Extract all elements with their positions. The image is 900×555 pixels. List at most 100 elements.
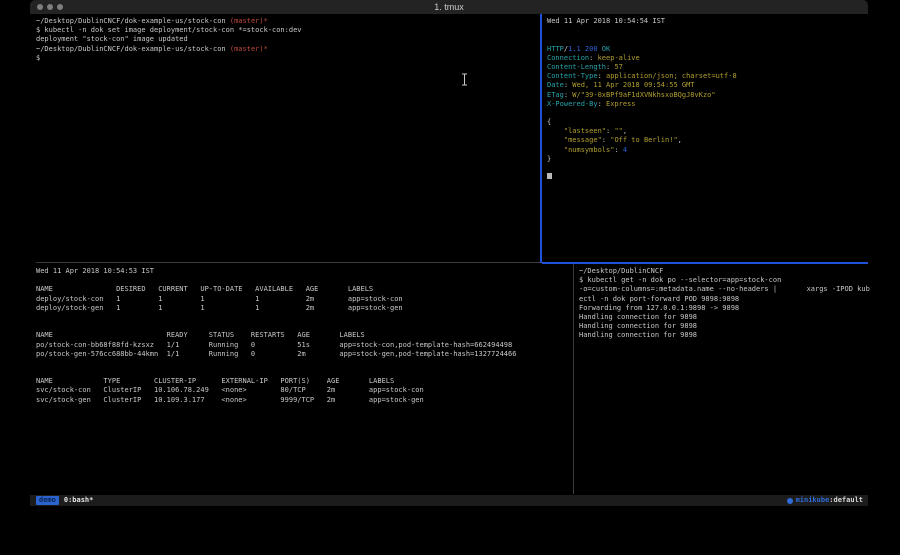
terminal-line: Connection: keep-alive xyxy=(547,54,873,63)
terminal-text-segment: "numsymbols" xyxy=(564,146,615,154)
terminal-text-segment: ectl -n dok port-forward POD 9898:9898 xyxy=(579,295,739,303)
terminal-text-segment: svc/stock-con ClusterIP 10.106.78.249 <n… xyxy=(36,386,424,394)
terminal-line xyxy=(36,322,579,331)
terminal-line xyxy=(36,276,579,285)
terminal-line: HTTP/1.1 200 OK xyxy=(547,45,873,54)
kubernetes-icon xyxy=(787,498,793,504)
pane-bottom-left-kubectl-resources[interactable]: Wed 11 Apr 2018 10:54:53 IST NAME DESIRED… xyxy=(30,264,579,497)
terminal-text-segment: : xyxy=(589,54,597,62)
terminal-text-segment xyxy=(547,146,564,154)
pane-top-right-http-response[interactable]: Wed 11 Apr 2018 10:54:54 IST HTTP/1.1 200… xyxy=(542,14,873,265)
terminal-text-segment: OK xyxy=(598,45,611,53)
terminal-line: Content-Type: application/json; charset=… xyxy=(547,72,873,81)
pane-top-left-shell[interactable]: ~/Desktop/DublinCNCF/dok-example-us/stoc… xyxy=(30,14,546,265)
terminal-text-segment: : xyxy=(598,72,606,80)
terminal-line xyxy=(547,173,873,182)
terminal-line: Date: Wed, 11 Apr 2018 09:54:55 GMT xyxy=(547,81,873,90)
active-window-label[interactable]: 0:bash* xyxy=(64,495,94,506)
terminal-text-segment: $ xyxy=(36,54,40,62)
kube-namespace-label: :default xyxy=(829,495,863,506)
terminal-text-segment: deploy/stock-con 1 1 1 1 2m app=stock-co… xyxy=(36,295,403,303)
terminal-line: $ kubectl -n dok set image deployment/st… xyxy=(36,26,546,35)
terminal-text-segment: po/stock-gen-576cc688bb-44kmn 1/1 Runnin… xyxy=(36,350,516,358)
terminal-text-segment xyxy=(547,136,564,144)
terminal-text-segment: deployment "stock-con" image updated xyxy=(36,35,188,43)
terminal-text-segment: ~/Desktop/DublinCNCF xyxy=(579,267,663,275)
block-text-cursor xyxy=(547,173,552,179)
terminal-text-segment: "Off to Berlin!" xyxy=(610,136,677,144)
terminal-text-segment: $ kubectl get -n dok po --selector=app=s… xyxy=(579,276,781,284)
terminal-line: } xyxy=(547,155,873,164)
terminal-text-segment: deploy/stock-gen 1 1 1 1 2m app=stock-ge… xyxy=(36,304,403,312)
terminal-text-segment: Handling connection for 9898 xyxy=(579,313,697,321)
terminal-line: $ kubectl get -n dok po --selector=app=s… xyxy=(579,276,872,285)
terminal-line: "lastseen": "", xyxy=(547,127,873,136)
terminal-text-segment: Handling connection for 9898 xyxy=(579,322,697,330)
terminal-line xyxy=(547,26,873,35)
window-title: 1. tmux xyxy=(30,1,868,14)
terminal-text-segment: Date xyxy=(547,81,564,89)
terminal-text-segment: $ kubectl -n dok set image deployment/st… xyxy=(36,26,302,34)
terminal-line: NAME TYPE CLUSTER-IP EXTERNAL-IP PORT(S)… xyxy=(36,377,579,386)
terminal-line: ~/Desktop/DublinCNCF xyxy=(579,267,872,276)
tmux-status-bar: demo 0:bash* minikube :default xyxy=(30,495,868,506)
terminal-line: ectl -n dok port-forward POD 9898:9898 xyxy=(579,295,872,304)
terminal-text-segment: Express xyxy=(606,100,636,108)
terminal-text-segment: : xyxy=(614,146,622,154)
terminal-text-segment: -o=custom-columns=:metadata.name --no-he… xyxy=(579,285,870,293)
pane-divider-vertical-bottom[interactable] xyxy=(573,264,574,494)
terminal-text-segment: } xyxy=(547,155,551,163)
pane-divider-horizontal-right-active[interactable] xyxy=(542,262,868,264)
terminal-text-segment: ETag xyxy=(547,91,564,99)
terminal-line: $ xyxy=(36,54,546,63)
mouse-ibeam-cursor-icon xyxy=(461,71,468,84)
terminal-window: 1. tmux ~/Desktop/DublinCNCF/dok-example… xyxy=(30,0,868,512)
terminal-line: "message": "Off to Berlin!", xyxy=(547,136,873,145)
pane-divider-vertical-top[interactable] xyxy=(540,14,542,263)
terminal-text-segment: 1.1 200 xyxy=(568,45,598,53)
terminal-text-segment: Wed 11 Apr 2018 10:54:53 IST xyxy=(36,267,154,275)
terminal-text-segment: , xyxy=(678,136,682,144)
session-name-badge: demo xyxy=(36,496,59,505)
terminal-text-segment: application/json; charset=utf-8 xyxy=(606,72,737,80)
terminal-text-segment: "message" xyxy=(564,136,602,144)
terminal-text-segment: HTTP xyxy=(547,45,564,53)
terminal-line xyxy=(36,359,579,368)
terminal-text-segment xyxy=(547,127,564,135)
terminal-text-segment: { xyxy=(547,118,551,126)
terminal-text-segment: Connection xyxy=(547,54,589,62)
terminal-line: Wed 11 Apr 2018 10:54:53 IST xyxy=(36,267,579,276)
terminal-line: Handling connection for 9898 xyxy=(579,313,872,322)
terminal-line: NAME DESIRED CURRENT UP-TO-DATE AVAILABL… xyxy=(36,285,579,294)
terminal-text-segment: "" xyxy=(614,127,622,135)
pane-divider-horizontal-left[interactable] xyxy=(36,262,540,263)
terminal-text-segment: : xyxy=(598,100,606,108)
terminal-line: { xyxy=(547,118,873,127)
terminal-text-segment: po/stock-con-bb68f88fd-kzsxz 1/1 Running… xyxy=(36,341,512,349)
terminal-line: Forwarding from 127.0.0.1:9898 -> 9898 xyxy=(579,304,872,313)
terminal-line xyxy=(36,313,579,322)
terminal-line: ~/Desktop/DublinCNCF/dok-example-us/stoc… xyxy=(36,17,546,26)
terminal-line: NAME READY STATUS RESTARTS AGE LABELS xyxy=(36,331,579,340)
terminal-text-segment: (master)* xyxy=(230,45,268,53)
terminal-line: "numsymbols": 4 xyxy=(547,146,873,155)
terminal-line: Wed 11 Apr 2018 10:54:54 IST xyxy=(547,17,873,26)
terminal-line: deployment "stock-con" image updated xyxy=(36,35,546,44)
terminal-text-segment: Forwarding from 127.0.0.1:9898 -> 9898 xyxy=(579,304,739,312)
terminal-text-segment: Handling connection for 9898 xyxy=(579,331,697,339)
pane-bottom-right-port-forward[interactable]: ~/Desktop/DublinCNCF$ kubectl get -n dok… xyxy=(575,264,872,497)
terminal-line xyxy=(547,109,873,118)
terminal-text-segment: : xyxy=(602,136,610,144)
terminal-line: X-Powered-By: Express xyxy=(547,100,873,109)
terminal-text-segment: svc/stock-gen ClusterIP 10.109.3.177 <no… xyxy=(36,396,424,404)
terminal-text-segment: Wed, 11 Apr 2018 09:54:55 GMT xyxy=(572,81,694,89)
terminal-text-segment: NAME DESIRED CURRENT UP-TO-DATE AVAILABL… xyxy=(36,285,373,293)
terminal-line: deploy/stock-con 1 1 1 1 2m app=stock-co… xyxy=(36,295,579,304)
terminal-line: svc/stock-con ClusterIP 10.106.78.249 <n… xyxy=(36,386,579,395)
terminal-line xyxy=(547,164,873,173)
terminal-line: ETag: W/"39-0xBPf9aF1dXVNkhsxoBQgJ8vKzo" xyxy=(547,91,873,100)
terminal-text-segment: , xyxy=(623,127,627,135)
terminal-text-segment: (master)* xyxy=(230,17,268,25)
window-titlebar[interactable]: 1. tmux xyxy=(30,0,868,14)
terminal-text-segment: W/"39-0xBPf9aF1dXVNkhsxoBQgJ8vKzo" xyxy=(572,91,715,99)
